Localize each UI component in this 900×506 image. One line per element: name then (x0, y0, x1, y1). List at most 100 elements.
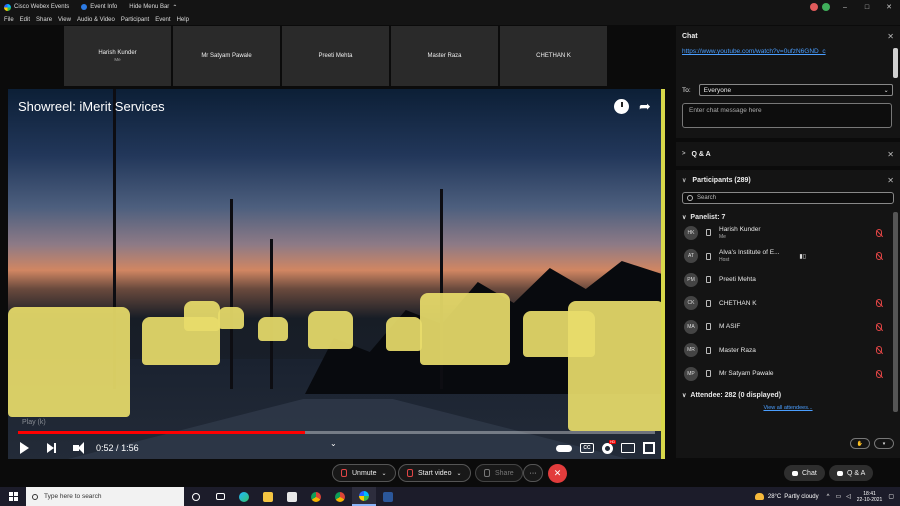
more-options-button[interactable]: ··· (523, 464, 543, 482)
close-window-button[interactable]: ✕ (878, 0, 900, 14)
panelist-group-header[interactable]: ∨ Panelist: 7 (676, 214, 900, 221)
participant-tile[interactable]: Preeti Mehta (282, 26, 389, 86)
avatar: HK (684, 225, 698, 240)
participant-tile[interactable]: Harish Kunder Me (64, 26, 171, 86)
unmute-button[interactable]: Unmute ⌄ (332, 464, 396, 482)
menu-audio-video[interactable]: Audio & Video (77, 17, 115, 23)
qa-toggle-button[interactable]: Q & A (829, 465, 874, 481)
word-icon[interactable] (376, 487, 400, 506)
video-car (218, 307, 244, 329)
participant-row[interactable]: CK CHETHAN K (676, 292, 900, 316)
volume-button[interactable] (66, 440, 86, 456)
raise-hand-button[interactable]: ✋ (850, 438, 870, 449)
avatar: PM (684, 272, 698, 287)
mic-muted-icon[interactable] (876, 346, 882, 355)
edge-icon[interactable] (232, 487, 256, 506)
menu-participant[interactable]: Participant (121, 17, 149, 23)
participant-row[interactable]: AT Alva's Institute of E... Host ▮▯ (676, 245, 900, 269)
chevron-up-icon[interactable]: ^ (827, 494, 830, 500)
qa-header[interactable]: > Q & A ✕ (676, 142, 900, 166)
mic-muted-icon[interactable] (876, 322, 882, 331)
participant-tile[interactable]: Master Raza (391, 26, 498, 86)
app-title: Cisco Webex Events (0, 3, 69, 11)
autoplay-toggle[interactable] (556, 444, 572, 452)
mic-muted-icon[interactable] (876, 299, 882, 308)
watch-later-icon[interactable] (614, 99, 629, 114)
store-icon[interactable] (280, 487, 304, 506)
participant-tile[interactable]: Mr Satyam Pawale (173, 26, 280, 86)
chat-scrollbar[interactable] (893, 48, 898, 78)
participant-row[interactable]: HK Harish Kunder Me (676, 221, 900, 245)
close-icon[interactable]: ✕ (887, 150, 894, 159)
start-video-button[interactable]: Start video ⌄ (398, 464, 471, 482)
video-progress-bar[interactable] (18, 431, 655, 434)
menu-edit[interactable]: Edit (20, 17, 30, 23)
video-controls: 0:52 / 1:56 CC (8, 437, 665, 459)
menu-event[interactable]: Event (155, 17, 170, 23)
video-car (184, 301, 220, 331)
share-icon (484, 469, 490, 477)
taskbar-search-input[interactable]: Type here to search (26, 487, 184, 506)
close-icon[interactable]: ✕ (887, 32, 894, 41)
mic-muted-icon[interactable] (876, 369, 882, 378)
participant-tools: ✋ ▾ (850, 438, 894, 449)
chrome-icon[interactable] (304, 487, 328, 506)
task-view-icon[interactable] (208, 487, 232, 506)
cast-icon[interactable] (621, 443, 635, 453)
view-all-attendees-link[interactable]: View all attendees... (676, 405, 900, 411)
participant-row[interactable]: PM Preeti Mehta (676, 268, 900, 292)
user-avatar-icon[interactable] (822, 3, 830, 11)
cortana-icon[interactable] (184, 487, 208, 506)
participant-tile[interactable]: CHETHAN K (500, 26, 607, 86)
close-icon[interactable]: ✕ (887, 176, 894, 185)
chat-toggle-button[interactable]: Chat (784, 465, 825, 481)
share-arrow-icon[interactable]: ➦ (639, 99, 655, 113)
network-icon[interactable]: ▭ (835, 493, 841, 500)
speaker-icon[interactable]: ◁ (846, 493, 851, 500)
participant-row[interactable]: MP Mr Satyam Pawale (676, 362, 900, 386)
webex-taskbar-icon[interactable] (352, 487, 376, 506)
next-button[interactable] (40, 440, 60, 456)
chrome-profile-icon[interactable] (328, 487, 352, 506)
shared-video[interactable]: Showreel: iMerit Services ➦ Play (k) ⌄ 0… (8, 89, 665, 459)
participant-row[interactable]: MA M ASIF (676, 315, 900, 339)
file-explorer-icon[interactable] (256, 487, 280, 506)
time-separator: / (116, 443, 119, 453)
video-title[interactable]: Showreel: iMerit Services (18, 99, 165, 114)
settings-gear-icon[interactable] (602, 439, 617, 454)
attendee-group-header[interactable]: ∨ Attendee: 282 (0 displayed) (676, 392, 900, 399)
maximize-button[interactable]: □ (856, 0, 878, 14)
leave-meeting-button[interactable]: ✕ (548, 464, 567, 483)
play-icon (19, 442, 29, 454)
captions-button[interactable]: CC (580, 443, 594, 453)
chevron-down-icon[interactable]: ∨ (682, 177, 686, 184)
event-info-button[interactable]: Event Info (81, 4, 117, 10)
participant-row[interactable]: MR Master Raza (676, 339, 900, 363)
menu-share[interactable]: Share (36, 17, 52, 23)
chat-message-link[interactable]: https://www.youtube.com/watch?v=0ufzN6GN… (682, 48, 826, 55)
menu-view[interactable]: View (58, 17, 71, 23)
headset-icon (706, 276, 711, 284)
mic-muted-icon[interactable] (876, 228, 882, 237)
participant-search-input[interactable]: Search (682, 192, 894, 204)
hide-menu-bar-button[interactable]: Hide Menu Bar ⌃ (129, 4, 177, 11)
start-button[interactable] (0, 487, 26, 506)
participants-header: ∨ Participants (289) ✕ (682, 175, 894, 185)
minimize-button[interactable]: – (834, 0, 856, 14)
temperature: 28°C (767, 493, 782, 500)
play-button[interactable] (14, 440, 34, 456)
notifications-icon[interactable]: ▢ (888, 493, 894, 500)
recipient-select[interactable]: Everyone ⌄ (698, 84, 893, 96)
notification-avatar-icon[interactable] (810, 3, 818, 11)
share-button[interactable]: Share (475, 464, 523, 482)
menu-help[interactable]: Help (177, 17, 189, 23)
qa-panel: > Q & A ✕ (676, 142, 900, 166)
mic-muted-icon[interactable] (876, 252, 882, 261)
taskbar-clock[interactable]: 18:41 22-10-2021 (857, 491, 883, 503)
reaction-button[interactable]: ▾ (874, 438, 894, 449)
participants-scrollbar[interactable] (893, 212, 898, 412)
fullscreen-icon[interactable] (643, 442, 655, 454)
menu-file[interactable]: File (4, 17, 14, 23)
video-timecode: 0:52 / 1:56 (96, 443, 139, 453)
chat-message-input[interactable]: Enter chat message here (682, 103, 892, 128)
